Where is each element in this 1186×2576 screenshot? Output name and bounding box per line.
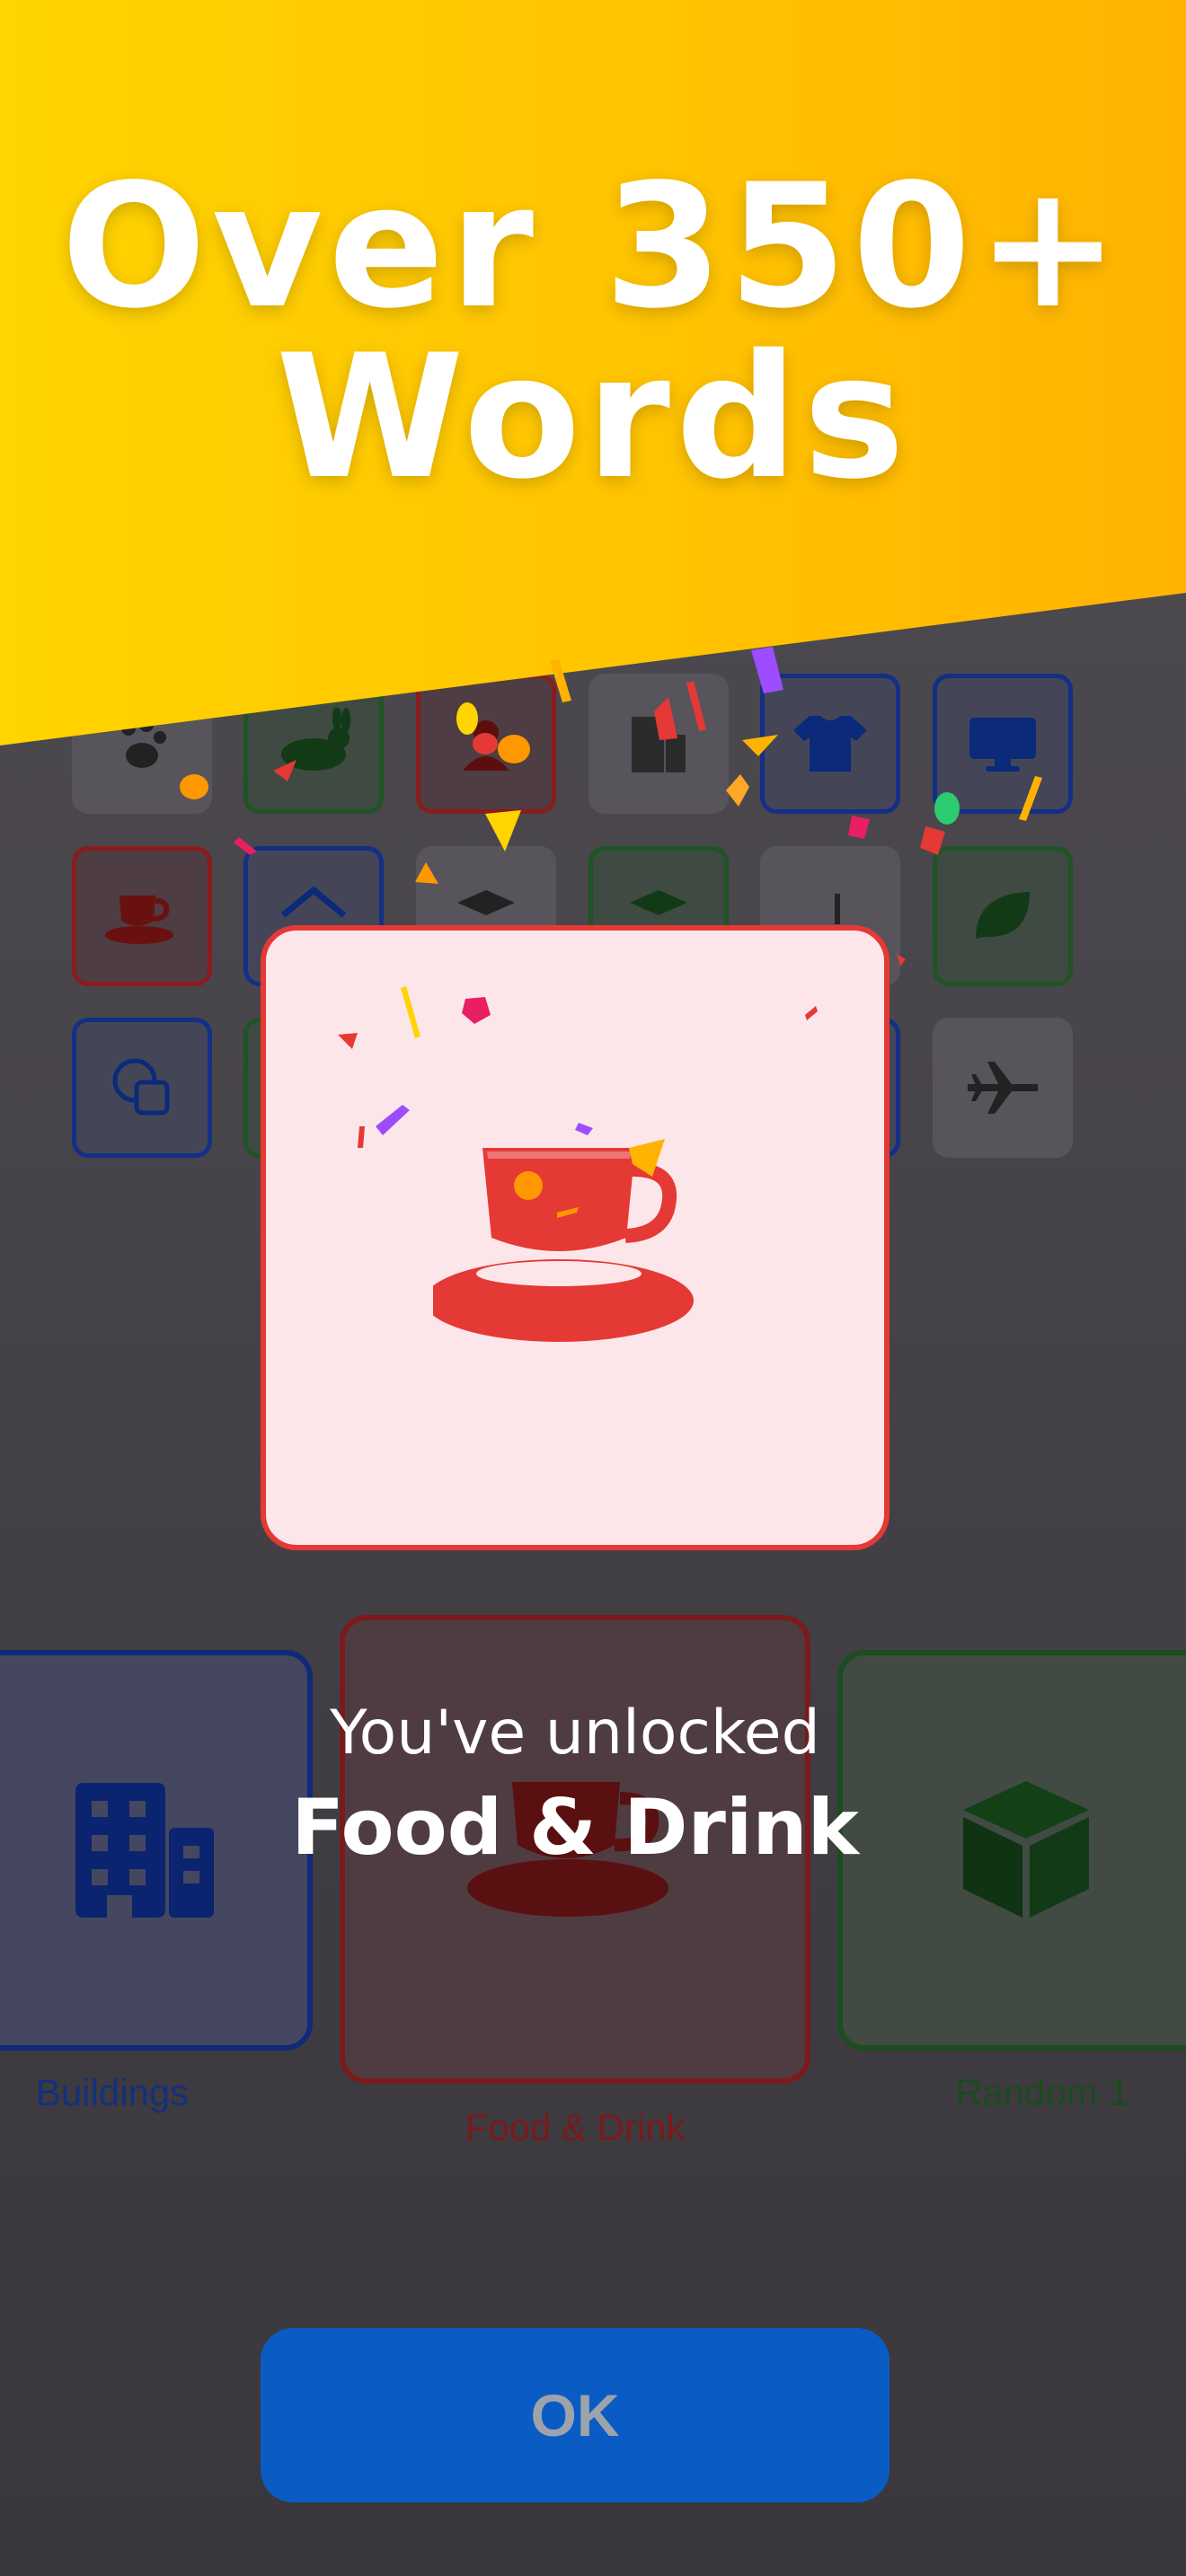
confetti-decoration (180, 647, 1042, 1218)
